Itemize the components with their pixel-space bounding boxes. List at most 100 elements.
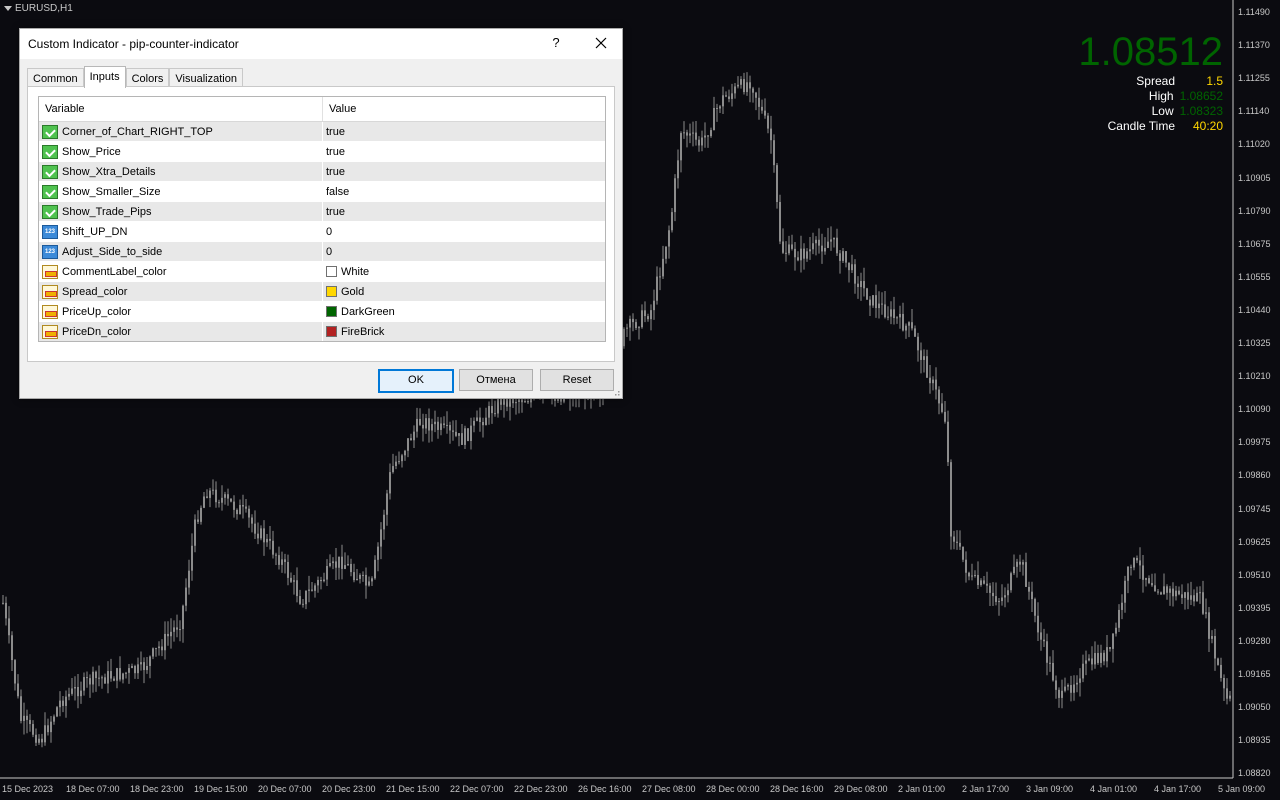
candle-body	[239, 505, 241, 515]
input-value-cell[interactable]: true	[323, 142, 605, 161]
input-value[interactable]: FireBrick	[341, 326, 384, 338]
input-value-cell[interactable]: DarkGreen	[323, 302, 605, 321]
input-variable-name: Corner_of_Chart_RIGHT_TOP	[62, 125, 213, 138]
input-value[interactable]: true	[326, 146, 345, 158]
price-tick-label: 1.09280	[1238, 635, 1271, 646]
chevron-down-icon[interactable]	[4, 6, 12, 11]
candle-body	[1124, 580, 1126, 603]
time-tick-label: 29 Dec 08:00	[834, 784, 888, 794]
input-row[interactable]: CommentLabel_color White	[39, 262, 605, 282]
bool-param-icon	[42, 204, 58, 219]
input-row[interactable]: PriceDn_color FireBrick	[39, 322, 605, 341]
candle-body	[464, 428, 466, 445]
close-icon[interactable]	[590, 32, 612, 54]
input-value[interactable]: true	[326, 166, 345, 178]
input-value-cell[interactable]: true	[323, 202, 605, 221]
help-button[interactable]: ?	[548, 35, 564, 50]
candle-body	[785, 252, 787, 254]
candle-body	[746, 82, 748, 93]
candle-body	[497, 397, 499, 414]
dialog-title-bar[interactable]: Custom Indicator - pip-counter-indicator…	[20, 29, 622, 59]
candle-body	[1178, 590, 1180, 595]
input-row[interactable]: Show_Price true	[39, 142, 605, 162]
price-tick-label: 1.08820	[1238, 768, 1271, 779]
candle-body	[827, 241, 829, 248]
overlay-row: Low 1.08323	[1078, 104, 1223, 119]
input-value-cell[interactable]: true	[323, 122, 605, 141]
color-swatch[interactable]	[326, 266, 337, 277]
tab-visualization[interactable]: Visualization	[169, 68, 243, 87]
input-value-cell[interactable]: FireBrick	[323, 322, 605, 341]
time-tick-label: 3 Jan 09:00	[1026, 784, 1074, 794]
candle-body	[170, 631, 172, 637]
candle-body	[1025, 562, 1027, 587]
input-value[interactable]: 0	[326, 246, 332, 258]
column-header-variable[interactable]: Variable	[39, 97, 323, 121]
candle-body	[677, 160, 679, 179]
input-value-cell[interactable]: 0	[323, 222, 605, 241]
price-tick-label: 1.09745	[1238, 503, 1271, 514]
price-axis[interactable]: 1.11490 1.11370 1.11255 1.11140 1.11020 1.109…	[1233, 0, 1280, 800]
ok-button[interactable]: OK	[378, 369, 454, 393]
candle-body	[1004, 595, 1006, 598]
input-value[interactable]: false	[326, 186, 349, 198]
candle-body	[683, 132, 685, 134]
input-value[interactable]: White	[341, 266, 369, 278]
input-value-cell[interactable]: Gold	[323, 282, 605, 301]
candle-body	[1187, 592, 1189, 600]
input-row[interactable]: Spread_color Gold	[39, 282, 605, 302]
input-value-cell[interactable]: true	[323, 162, 605, 181]
input-row[interactable]: Show_Xtra_Details true	[39, 162, 605, 182]
candle-body	[869, 299, 871, 306]
time-tick-label: 4 Jan 01:00	[1090, 784, 1138, 794]
candle-body	[329, 563, 331, 567]
candle-body	[1073, 684, 1075, 693]
input-value[interactable]: true	[326, 206, 345, 218]
candle-body	[1112, 633, 1114, 649]
input-value[interactable]: Gold	[341, 286, 364, 298]
candle-body	[14, 660, 16, 684]
input-row[interactable]: Show_Trade_Pips true	[39, 202, 605, 222]
candle-body	[404, 450, 406, 456]
symbol-label[interactable]: EURUSD,H1	[4, 3, 73, 14]
input-variable-cell: PriceDn_color	[39, 322, 323, 341]
cancel-button[interactable]: Отмена	[459, 369, 533, 391]
input-row[interactable]: PriceUp_color DarkGreen	[39, 302, 605, 322]
candle-body	[710, 130, 712, 137]
resize-grip-icon[interactable]	[612, 388, 620, 396]
candle-body	[479, 417, 481, 423]
candle-body	[227, 494, 229, 499]
tab-inputs[interactable]: Inputs	[83, 66, 126, 88]
candle-body	[881, 303, 883, 305]
candle-body	[797, 257, 799, 261]
color-swatch[interactable]	[326, 286, 337, 297]
color-swatch[interactable]	[326, 326, 337, 337]
input-value-cell[interactable]: 0	[323, 242, 605, 261]
candle-body	[1229, 695, 1231, 699]
candle-body	[1097, 653, 1099, 663]
input-row[interactable]: Corner_of_Chart_RIGHT_TOP true	[39, 122, 605, 142]
tab-common[interactable]: Common	[27, 68, 84, 87]
candle-body	[494, 413, 496, 415]
candle-body	[845, 251, 847, 263]
input-value[interactable]: 0	[326, 226, 332, 238]
input-value[interactable]: true	[326, 126, 345, 138]
input-row[interactable]: Show_Smaller_Size false	[39, 182, 605, 202]
candle-body	[1205, 612, 1207, 614]
input-value[interactable]: DarkGreen	[341, 306, 395, 318]
column-header-value[interactable]: Value	[323, 97, 605, 121]
reset-button[interactable]: Reset	[540, 369, 614, 391]
input-row[interactable]: 123 Adjust_Side_to_side 0	[39, 242, 605, 262]
candle-body	[380, 529, 382, 547]
candle-body	[959, 542, 961, 547]
candle-body	[1049, 662, 1051, 664]
candle-body	[92, 671, 94, 685]
candle-body	[251, 517, 253, 524]
tab-colors[interactable]: Colors	[125, 68, 170, 87]
price-tick-label: 1.10905	[1238, 172, 1271, 183]
color-swatch[interactable]	[326, 306, 337, 317]
input-value-cell[interactable]: false	[323, 182, 605, 201]
input-row[interactable]: 123 Shift_UP_DN 0	[39, 222, 605, 242]
candle-body	[1196, 592, 1198, 602]
input-value-cell[interactable]: White	[323, 262, 605, 281]
